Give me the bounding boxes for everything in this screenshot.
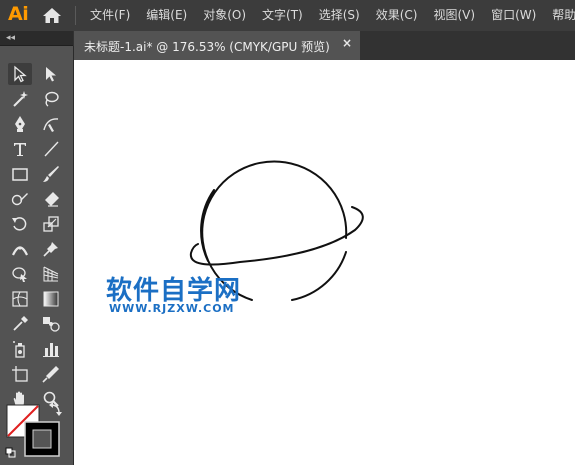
- scale-tool-icon[interactable]: [39, 213, 63, 235]
- mesh-tool-icon[interactable]: [8, 288, 32, 310]
- close-icon[interactable]: ×: [342, 36, 352, 50]
- swap-fill-stroke-icon[interactable]: [49, 402, 62, 416]
- menu-window[interactable]: 窗口(W): [483, 0, 544, 31]
- pen-tool-icon[interactable]: [8, 113, 32, 135]
- puppet-warp-tool-icon[interactable]: [39, 238, 63, 260]
- eyedropper-tool-icon[interactable]: [8, 313, 32, 335]
- shape-builder-tool-icon[interactable]: [8, 263, 32, 285]
- watermark-url: WWW.RJZXW.COM: [109, 302, 235, 315]
- blend-tool-icon[interactable]: [39, 313, 63, 335]
- paintbrush-tool-icon[interactable]: [39, 163, 63, 185]
- tab-area: 未标题-1.ai* @ 176.53% (CMYK/GPU 预览) ×: [74, 31, 575, 60]
- menu-select[interactable]: 选择(S): [311, 0, 368, 31]
- symbol-sprayer-tool-icon[interactable]: [8, 338, 32, 360]
- rectangle-tool-icon[interactable]: [8, 163, 32, 185]
- menu-divider: [75, 6, 76, 25]
- direct-selection-tool-icon[interactable]: [39, 63, 63, 85]
- lasso-tool-icon[interactable]: [39, 88, 63, 110]
- artboard-tool-icon[interactable]: [8, 363, 32, 385]
- perspective-grid-tool-icon[interactable]: [39, 263, 63, 285]
- shaper-tool-icon[interactable]: [8, 188, 32, 210]
- width-tool-icon[interactable]: [8, 238, 32, 260]
- collapse-icon[interactable]: ◂◂: [6, 33, 15, 43]
- document-tab[interactable]: 未标题-1.ai* @ 176.53% (CMYK/GPU 预览) ×: [74, 31, 360, 60]
- slice-tool-icon[interactable]: [39, 363, 63, 385]
- column-graph-tool-icon[interactable]: [39, 338, 63, 360]
- menu-items: 文件(F) 编辑(E) 对象(O) 文字(T) 选择(S) 效果(C) 视图(V…: [82, 0, 575, 31]
- toolbox-header: ◂◂: [0, 31, 73, 46]
- line-segment-tool-icon[interactable]: [39, 138, 63, 160]
- fill-stroke-swatches: [5, 402, 62, 458]
- toolbox: [0, 46, 74, 465]
- document-tab-title: 未标题-1.ai* @ 176.53% (CMYK/GPU 预览): [84, 40, 330, 54]
- selection-tool-icon[interactable]: [8, 63, 32, 85]
- magic-wand-tool-icon[interactable]: [8, 88, 32, 110]
- menu-effect[interactable]: 效果(C): [368, 0, 426, 31]
- menu-edit[interactable]: 编辑(E): [138, 0, 195, 31]
- default-colors-icon[interactable]: [5, 447, 16, 458]
- menu-object[interactable]: 对象(O): [195, 0, 254, 31]
- menu-file[interactable]: 文件(F): [82, 0, 138, 31]
- menu-type[interactable]: 文字(T): [254, 0, 311, 31]
- menu-bar: Ai 文件(F) 编辑(E) 对象(O) 文字(T) 选择(S) 效果(C) 视…: [0, 0, 575, 31]
- home-icon[interactable]: [42, 6, 62, 25]
- gradient-tool-icon[interactable]: [39, 288, 63, 310]
- stroke-swatch[interactable]: [24, 421, 60, 457]
- eraser-tool-icon[interactable]: [39, 188, 63, 210]
- menu-view[interactable]: 视图(V): [425, 0, 483, 31]
- menu-help[interactable]: 帮助(H): [544, 0, 575, 31]
- rotate-tool-icon[interactable]: [8, 213, 32, 235]
- app-logo: Ai: [8, 3, 29, 25]
- type-tool-icon[interactable]: [8, 138, 32, 160]
- curvature-tool-icon[interactable]: [39, 113, 63, 135]
- artboard-canvas[interactable]: [74, 60, 575, 465]
